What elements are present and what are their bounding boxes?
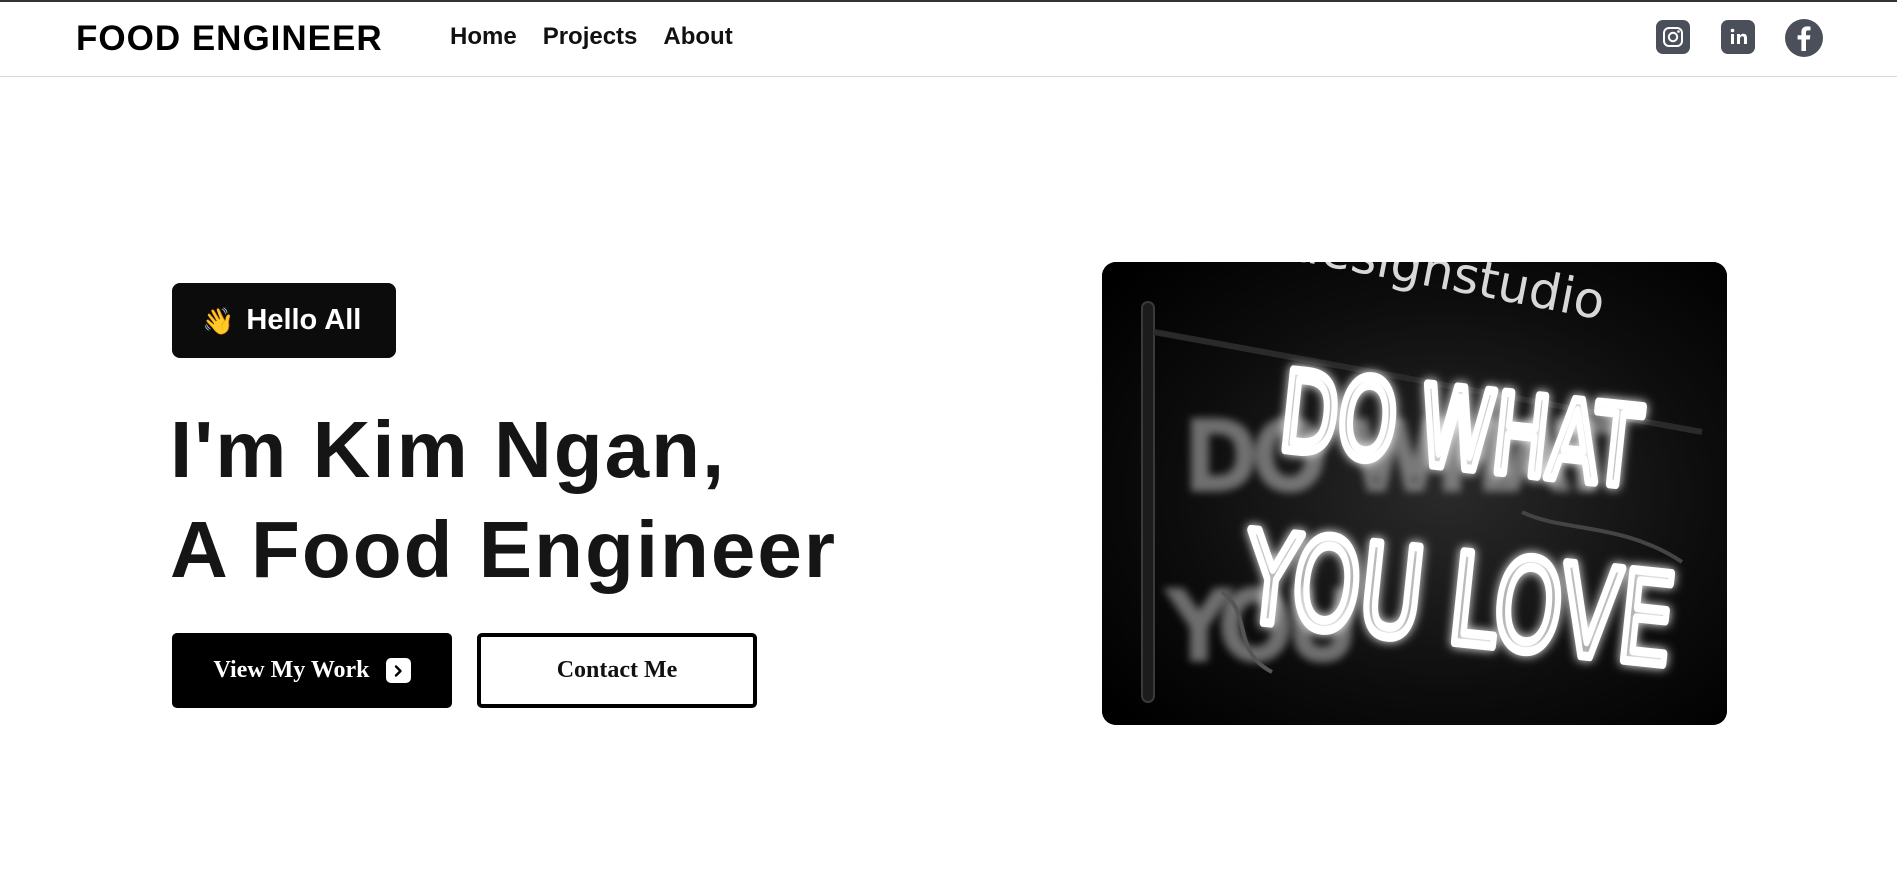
- headline-line-2: A Food Engineer: [170, 505, 838, 594]
- nav-projects[interactable]: Projects: [543, 23, 638, 51]
- hero-headline: I'm Kim Ngan, A Food Engineer: [170, 400, 837, 600]
- waving-hand-icon: 👋: [202, 305, 235, 336]
- headline-line-1: I'm Kim Ngan,: [170, 405, 727, 494]
- contact-me-button[interactable]: Contact Me: [477, 633, 757, 708]
- greeting-badge: 👋 Hello All: [172, 283, 396, 358]
- main-nav: Home Projects About: [450, 23, 733, 51]
- hero-image: DO WHAT YOU designstudio DO WHAT YOU LOV…: [1102, 262, 1727, 725]
- site-logo[interactable]: FOOD ENGINEER: [76, 19, 383, 59]
- contact-me-label: Contact Me: [556, 657, 678, 683]
- instagram-icon[interactable]: [1656, 20, 1690, 54]
- nav-about[interactable]: About: [663, 23, 732, 51]
- site-header: FOOD ENGINEER Home Projects About: [0, 2, 1897, 77]
- linkedin-icon[interactable]: [1721, 20, 1755, 54]
- chevron-right-icon: [385, 658, 411, 683]
- nav-home[interactable]: Home: [450, 23, 517, 51]
- social-links: [1656, 19, 1826, 59]
- view-my-work-label: View My Work: [213, 657, 370, 683]
- facebook-icon[interactable]: [1784, 18, 1824, 58]
- view-my-work-button[interactable]: View My Work: [172, 633, 452, 708]
- greeting-text: Hello All: [246, 304, 362, 336]
